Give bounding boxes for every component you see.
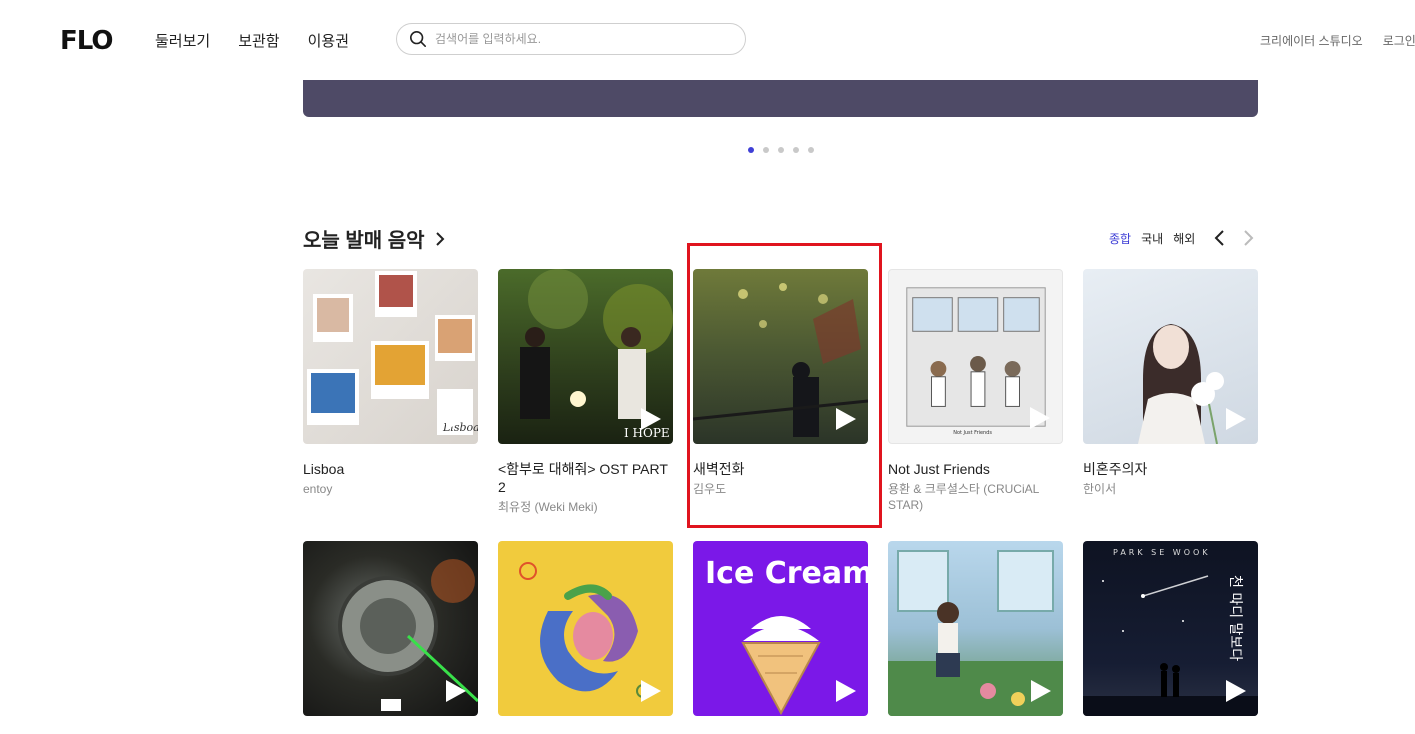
play-icon[interactable]: [1222, 406, 1248, 432]
carousel-dot[interactable]: [808, 147, 814, 153]
album-artist[interactable]: 한이서: [1083, 481, 1258, 497]
carousel-dot[interactable]: [778, 147, 784, 153]
cover-text-kr: 천 마디 말보다: [1227, 575, 1243, 661]
flo-logo[interactable]: FLO: [60, 26, 114, 56]
creator-studio-link[interactable]: 크리에이터 스튜디오: [1260, 32, 1363, 49]
album-card[interactable]: Lisboa Lisboa entoy: [303, 269, 478, 497]
album-cover[interactable]: [498, 541, 673, 716]
album-card[interactable]: PARK SE WOOK 천 마디 말보다: [1083, 541, 1258, 716]
cover-text: PARK SE WOOK: [1113, 548, 1211, 557]
carousel-dots: [748, 147, 814, 153]
album-cover[interactable]: Ice Cream: [693, 541, 868, 716]
nav-browse[interactable]: 둘러보기: [155, 30, 210, 51]
chevron-left-icon[interactable]: [1213, 229, 1227, 247]
selection-highlight: [687, 243, 882, 528]
album-card[interactable]: Ice Cream: [693, 541, 868, 716]
album-card[interactable]: I HOPE <함부로 대해줘> OST PART 2 최유정 (Weki Me…: [498, 269, 673, 515]
header: FLO 둘러보기 보관함 이용권 크리에이터 스튜디오 로그인: [0, 0, 1415, 80]
album-card[interactable]: Not Just Friends Not Just Friends 용환 & 크…: [888, 269, 1063, 513]
header-right-links: 크리에이터 스튜디오 로그인: [1260, 32, 1415, 49]
chevron-right-icon[interactable]: [1241, 229, 1255, 247]
album-cover[interactable]: [1083, 269, 1258, 444]
album-card[interactable]: 비혼주의자 한이서: [1083, 269, 1258, 497]
filter-overseas[interactable]: 해외: [1173, 230, 1195, 247]
album-card[interactable]: [888, 541, 1063, 716]
carousel-dot[interactable]: [793, 147, 799, 153]
album-artist[interactable]: entoy: [303, 481, 478, 497]
album-title[interactable]: Not Just Friends: [888, 460, 1063, 478]
section-title-link[interactable]: 오늘 발매 음악: [303, 224, 447, 253]
filter-domestic[interactable]: 국내: [1141, 230, 1163, 247]
album-cover[interactable]: [303, 541, 478, 716]
search-icon: [409, 30, 427, 48]
nav-library[interactable]: 보관함: [238, 30, 279, 51]
search-input[interactable]: [435, 32, 725, 46]
album-cover[interactable]: PARK SE WOOK 천 마디 말보다: [1083, 541, 1258, 716]
play-icon[interactable]: [637, 678, 663, 704]
play-icon[interactable]: [442, 678, 468, 704]
main-nav: 둘러보기 보관함 이용권: [155, 30, 349, 51]
album-cover[interactable]: [888, 541, 1063, 716]
play-icon[interactable]: [1027, 678, 1053, 704]
section-title: 오늘 발매 음악: [303, 230, 425, 252]
play-icon[interactable]: [442, 406, 468, 432]
album-cover[interactable]: Not Just Friends: [888, 269, 1063, 444]
play-icon[interactable]: [1222, 678, 1248, 704]
album-title[interactable]: Lisboa: [303, 460, 478, 478]
chevron-right-icon: [435, 231, 444, 246]
nav-membership[interactable]: 이용권: [308, 30, 349, 51]
hero-banner[interactable]: [303, 80, 1258, 117]
login-link[interactable]: 로그인: [1383, 32, 1415, 49]
play-icon[interactable]: [832, 678, 858, 704]
album-card[interactable]: [498, 541, 673, 716]
play-icon[interactable]: [1026, 405, 1052, 431]
search-box[interactable]: [396, 23, 746, 55]
album-artist[interactable]: 용환 & 크루셜스타 (CRUCiAL STAR): [888, 481, 1063, 513]
region-filters: 종합 국내 해외: [1109, 230, 1195, 247]
album-cover[interactable]: Lisboa: [303, 269, 478, 444]
album-cover[interactable]: I HOPE: [498, 269, 673, 444]
cover-text: Not Just Friends: [953, 430, 992, 436]
album-title[interactable]: 비혼주의자: [1083, 460, 1258, 478]
play-icon[interactable]: [637, 406, 663, 432]
filter-all[interactable]: 종합: [1109, 230, 1131, 247]
album-card[interactable]: [303, 541, 478, 716]
carousel-dot[interactable]: [763, 147, 769, 153]
carousel-dot[interactable]: [748, 147, 754, 153]
album-title[interactable]: <함부로 대해줘> OST PART 2: [498, 460, 673, 496]
album-artist[interactable]: 최유정 (Weki Meki): [498, 499, 673, 515]
cover-text: Ice Cream: [705, 556, 868, 591]
carousel-arrows: [1213, 229, 1255, 247]
